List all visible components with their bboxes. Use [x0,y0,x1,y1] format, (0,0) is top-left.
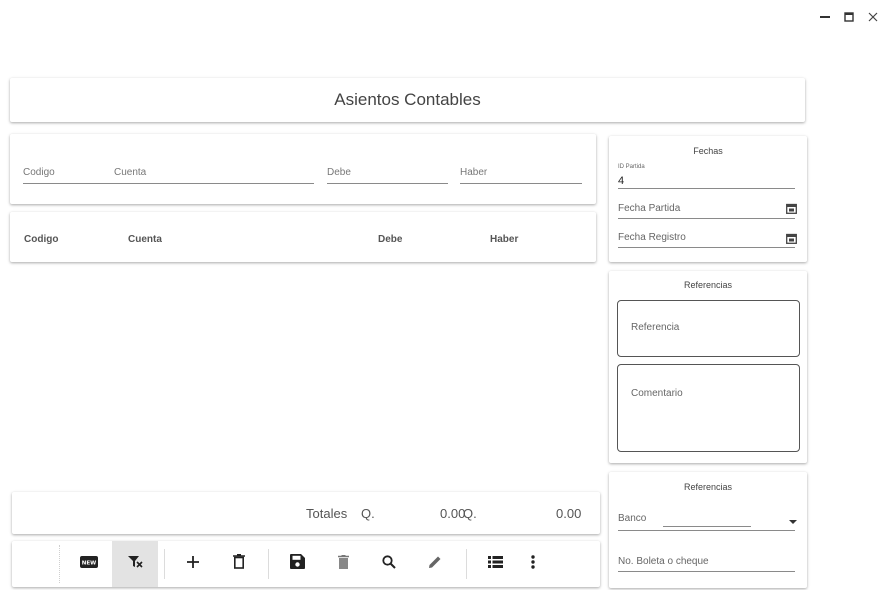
list-icon [487,555,503,573]
fecha-registro-label: Fecha Registro [618,232,686,243]
id-partida-label: ID Partida [618,164,645,170]
banco-panel: Referencias Banco No. Boleta o cheque [609,472,807,588]
new-icon: NEW [80,555,98,573]
referencias-title: Referencias [683,280,733,290]
boleta-field[interactable] [618,571,795,572]
clear-filter-icon [127,555,143,574]
banco-section-title: Referencias [683,482,733,492]
cuenta-label: Cuenta [114,167,147,178]
referencia-label: Referencia [631,322,680,333]
chevron-down-icon[interactable] [789,512,797,530]
toolbar-divider [466,549,467,579]
edit-button[interactable] [412,541,458,587]
fecha-partida-field[interactable] [618,218,795,219]
banco-field[interactable] [618,530,795,531]
fecha-registro-field[interactable] [618,247,795,248]
minimize-icon[interactable] [818,10,832,24]
boleta-label: No. Boleta o cheque [618,556,709,567]
delete-row-button[interactable] [216,541,262,587]
clear-filter-button[interactable] [112,541,158,587]
grid-header: Codigo Cuenta Debe Haber [10,212,596,262]
save-icon [289,554,305,574]
totals-bar: Totales Q. 0.00 Q. 0.00 [12,492,600,534]
totals-debe-currency: Q. [361,506,375,521]
totals-haber-currency: Q. [463,506,477,521]
referencias-panel: Referencias Referencia Comentario [609,271,807,463]
toolbar-divider [268,549,269,579]
fechas-title: Fechas [693,146,723,156]
edit-icon [428,555,442,574]
codigo-label: Codigo [23,167,55,178]
entry-form: Codigo Cuenta Debe Haber [10,134,596,204]
cuenta-input[interactable]: Cuenta [114,162,314,184]
totals-haber-value: 0.00 [556,506,582,521]
haber-label: Haber [460,167,488,178]
search-icon [382,554,396,574]
fecha-partida-label: Fecha Partida [618,203,681,214]
haber-input[interactable]: Haber [460,162,582,184]
totals-debe-value: 0.00 [440,506,466,521]
more-button[interactable] [510,541,556,587]
debe-label: Debe [327,167,351,178]
svg-text:NEW: NEW [82,561,96,567]
delete-outline-icon [233,553,245,574]
maximize-icon[interactable] [842,10,856,24]
search-button[interactable] [366,541,412,587]
column-header-debe[interactable]: Debe [378,234,402,245]
comentario-input[interactable]: Comentario [617,364,800,452]
codigo-input[interactable]: Codigo [23,162,115,184]
title-card: Asientos Contables [10,78,805,122]
add-icon [186,555,200,574]
action-toolbar: NEW [12,541,600,587]
delete-button[interactable] [320,541,366,587]
add-row-button[interactable] [170,541,216,587]
save-button[interactable] [274,541,320,587]
referencia-input[interactable]: Referencia [617,300,800,357]
trash-icon [337,554,349,574]
fechas-panel: Fechas ID Partida 4 Fecha Partida Fecha … [609,136,807,262]
toolbar-divider [164,549,165,579]
page-title: Asientos Contables [334,90,481,109]
totals-label: Totales [306,506,348,521]
window-controls [818,10,880,24]
column-header-codigo[interactable]: Codigo [24,234,58,245]
banco-select[interactable] [663,526,751,527]
banco-label: Banco [618,513,647,524]
close-icon[interactable] [866,10,880,24]
column-header-cuenta[interactable]: Cuenta [128,234,162,245]
new-button[interactable]: NEW [66,541,112,587]
comentario-label: Comentario [631,388,683,399]
more-vertical-icon [531,554,535,574]
toolbar-divider [59,545,60,583]
column-header-haber[interactable]: Haber [490,234,518,245]
calendar-icon[interactable] [786,201,797,219]
debe-input[interactable]: Debe [327,162,448,184]
id-partida-value: 4 [618,175,625,187]
id-partida-field[interactable] [618,188,795,189]
